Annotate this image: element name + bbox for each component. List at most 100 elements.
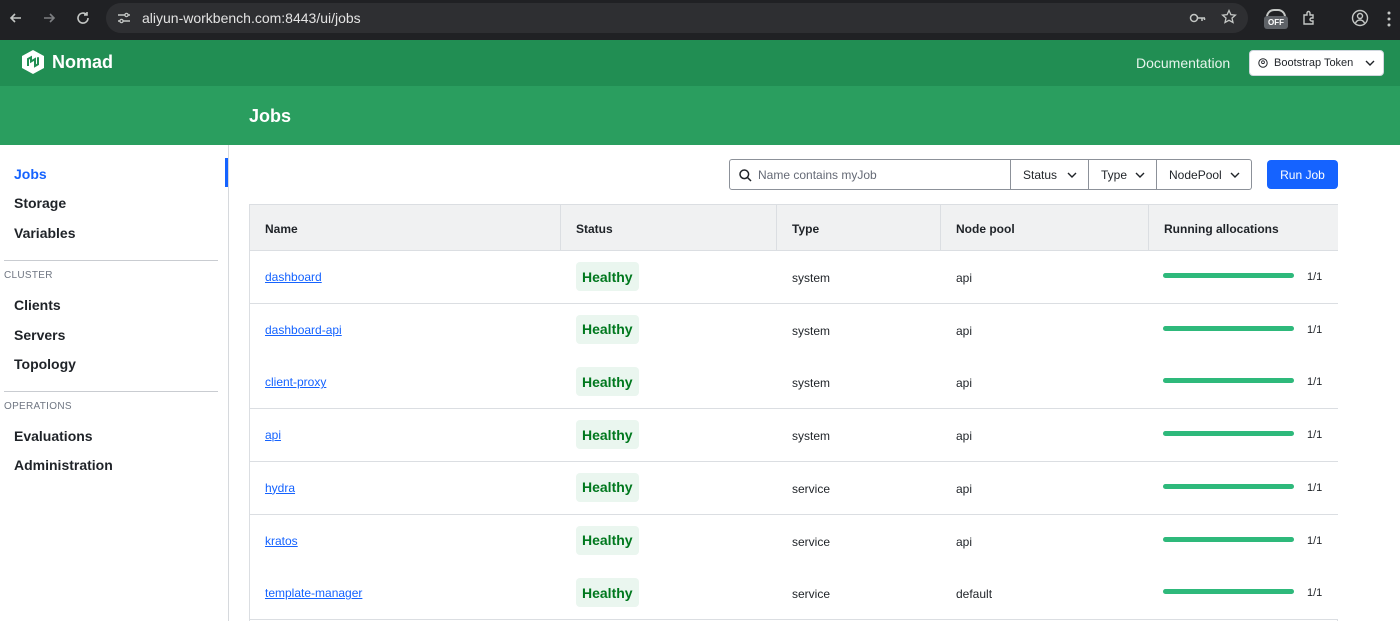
allocation-progress-fill [1163, 536, 1294, 542]
allocation-progress-bar [1163, 536, 1294, 542]
sidebar: Jobs Storage Variables CLUSTER Clients S… [0, 145, 229, 621]
url-text: aliyun-workbench.com:8443/ui/jobs [142, 10, 361, 26]
key-icon[interactable] [1189, 10, 1207, 26]
table-row[interactable]: dashboard-api Healthy system api 1/1 [250, 303, 1338, 357]
chevron-down-icon [1067, 172, 1077, 178]
extension-badge: OFF [1264, 16, 1288, 29]
job-type: service [792, 587, 831, 602]
search-icon [739, 169, 752, 182]
table-row[interactable]: api Healthy system api 1/1 [250, 409, 1338, 463]
browser-toolbar: aliyun-workbench.com:8443/ui/jobs OFF [0, 0, 1400, 40]
token-dropdown[interactable]: Bootstrap Token [1249, 50, 1384, 76]
job-name-link[interactable]: template-manager [265, 586, 362, 600]
token-label: Bootstrap Token [1274, 57, 1354, 69]
job-name-link[interactable]: api [265, 428, 281, 442]
column-divider [940, 205, 941, 251]
allocation-progress-bar [1163, 325, 1294, 331]
allocation-progress-fill [1163, 589, 1294, 595]
allocation-count: 1/1 [1307, 481, 1323, 494]
reload-icon[interactable] [73, 8, 93, 28]
status-badge: Healthy [576, 367, 639, 397]
run-job-button[interactable]: Run Job [1267, 160, 1338, 189]
column-header-name[interactable]: Name [265, 222, 298, 236]
column-divider [776, 205, 777, 251]
type-filter-label: Type [1101, 167, 1128, 182]
status-filter-label: Status [1023, 167, 1058, 182]
node-pool: api [956, 376, 973, 391]
sidebar-item-servers[interactable]: Servers [14, 327, 65, 343]
status-filter[interactable]: Status [1011, 159, 1089, 190]
allocation-count: 1/1 [1307, 587, 1323, 600]
chevron-down-icon [1135, 172, 1145, 178]
forward-icon[interactable] [39, 8, 59, 28]
allocation-count: 1/1 [1307, 271, 1323, 283]
job-type: system [792, 429, 831, 444]
column-divider [560, 205, 561, 251]
active-indicator [225, 158, 228, 187]
table-header: Name Status Type Node pool Running alloc… [250, 205, 1338, 251]
table-row[interactable]: client-proxy Healthy system api 1/1 [250, 356, 1338, 410]
job-type: service [792, 481, 831, 496]
status-badge: Healthy [576, 525, 639, 555]
extension-off-icon[interactable]: OFF [1264, 9, 1288, 31]
allocation-progress-bar [1163, 431, 1294, 437]
table-row[interactable]: hydra Healthy service api 1/1 [250, 461, 1338, 515]
allocation-progress-bar [1163, 483, 1294, 489]
table-row[interactable]: dashboard Healthy system api 1/1 [250, 251, 1338, 304]
allocation-progress-fill [1163, 378, 1294, 384]
browser-menu-icon[interactable] [1386, 10, 1392, 28]
column-header-status[interactable]: Status [576, 222, 613, 236]
column-header-running-allocations[interactable]: Running allocations [1164, 222, 1279, 236]
sidebar-item-clients[interactable]: Clients [14, 297, 61, 313]
address-bar[interactable]: aliyun-workbench.com:8443/ui/jobs [106, 3, 1248, 33]
bookmark-star-icon[interactable] [1221, 9, 1237, 25]
section-title-operations: OPERATIONS [4, 401, 72, 412]
type-filter[interactable]: Type [1089, 159, 1157, 190]
node-pool: default [956, 587, 993, 602]
search-input[interactable] [758, 166, 998, 184]
node-pool: api [956, 481, 973, 496]
table-row[interactable]: kratos Healthy service api 1/1 [250, 514, 1338, 568]
nodepool-filter[interactable]: NodePool [1157, 159, 1252, 190]
table-row[interactable]: template-manager Healthy service default 1/1 [250, 567, 1338, 621]
extensions-puzzle-icon[interactable] [1301, 9, 1319, 27]
allocation-progress-fill [1163, 483, 1294, 489]
status-badge: Healthy [576, 314, 639, 344]
job-name-link[interactable]: kratos [265, 534, 298, 548]
allocation-progress-fill [1163, 431, 1294, 437]
documentation-link[interactable]: Documentation [1136, 55, 1230, 71]
column-header-type[interactable]: Type [792, 222, 819, 236]
app-name: Nomad [52, 51, 114, 72]
chevron-down-icon [1365, 60, 1375, 66]
job-type: system [792, 271, 831, 285]
job-name-link[interactable]: dashboard-api [265, 323, 342, 337]
site-settings-icon[interactable] [116, 10, 132, 26]
job-name-link[interactable]: hydra [265, 481, 295, 495]
back-icon[interactable] [6, 8, 26, 28]
allocation-count: 1/1 [1307, 429, 1323, 442]
sidebar-item-jobs[interactable]: Jobs [14, 166, 47, 182]
column-divider [1148, 205, 1149, 251]
status-badge: Healthy [576, 578, 639, 608]
node-pool: api [956, 534, 973, 549]
job-name-link[interactable]: dashboard [265, 270, 322, 284]
nodepool-filter-label: NodePool [1169, 167, 1222, 182]
job-name-link[interactable]: client-proxy [265, 375, 326, 389]
job-type: service [792, 534, 831, 549]
sidebar-item-administration[interactable]: Administration [14, 457, 113, 473]
sidebar-item-topology[interactable]: Topology [14, 356, 76, 372]
jobs-table: Name Status Type Node pool Running alloc… [249, 204, 1338, 621]
node-pool: api [956, 271, 973, 285]
chevron-down-icon [1230, 172, 1240, 178]
sidebar-item-storage[interactable]: Storage [14, 195, 66, 211]
allocation-progress-bar [1163, 589, 1294, 595]
column-header-node-pool[interactable]: Node pool [956, 222, 1015, 236]
allocation-progress-fill [1163, 325, 1294, 331]
sidebar-item-variables[interactable]: Variables [14, 225, 76, 241]
node-pool: api [956, 429, 973, 444]
nomad-logo[interactable]: Nomad [22, 50, 113, 74]
section-title-cluster: CLUSTER [4, 270, 53, 281]
sidebar-item-evaluations[interactable]: Evaluations [14, 428, 93, 444]
app-header: Nomad Documentation Bootstrap Token [0, 40, 1400, 86]
profile-icon[interactable] [1351, 9, 1369, 27]
